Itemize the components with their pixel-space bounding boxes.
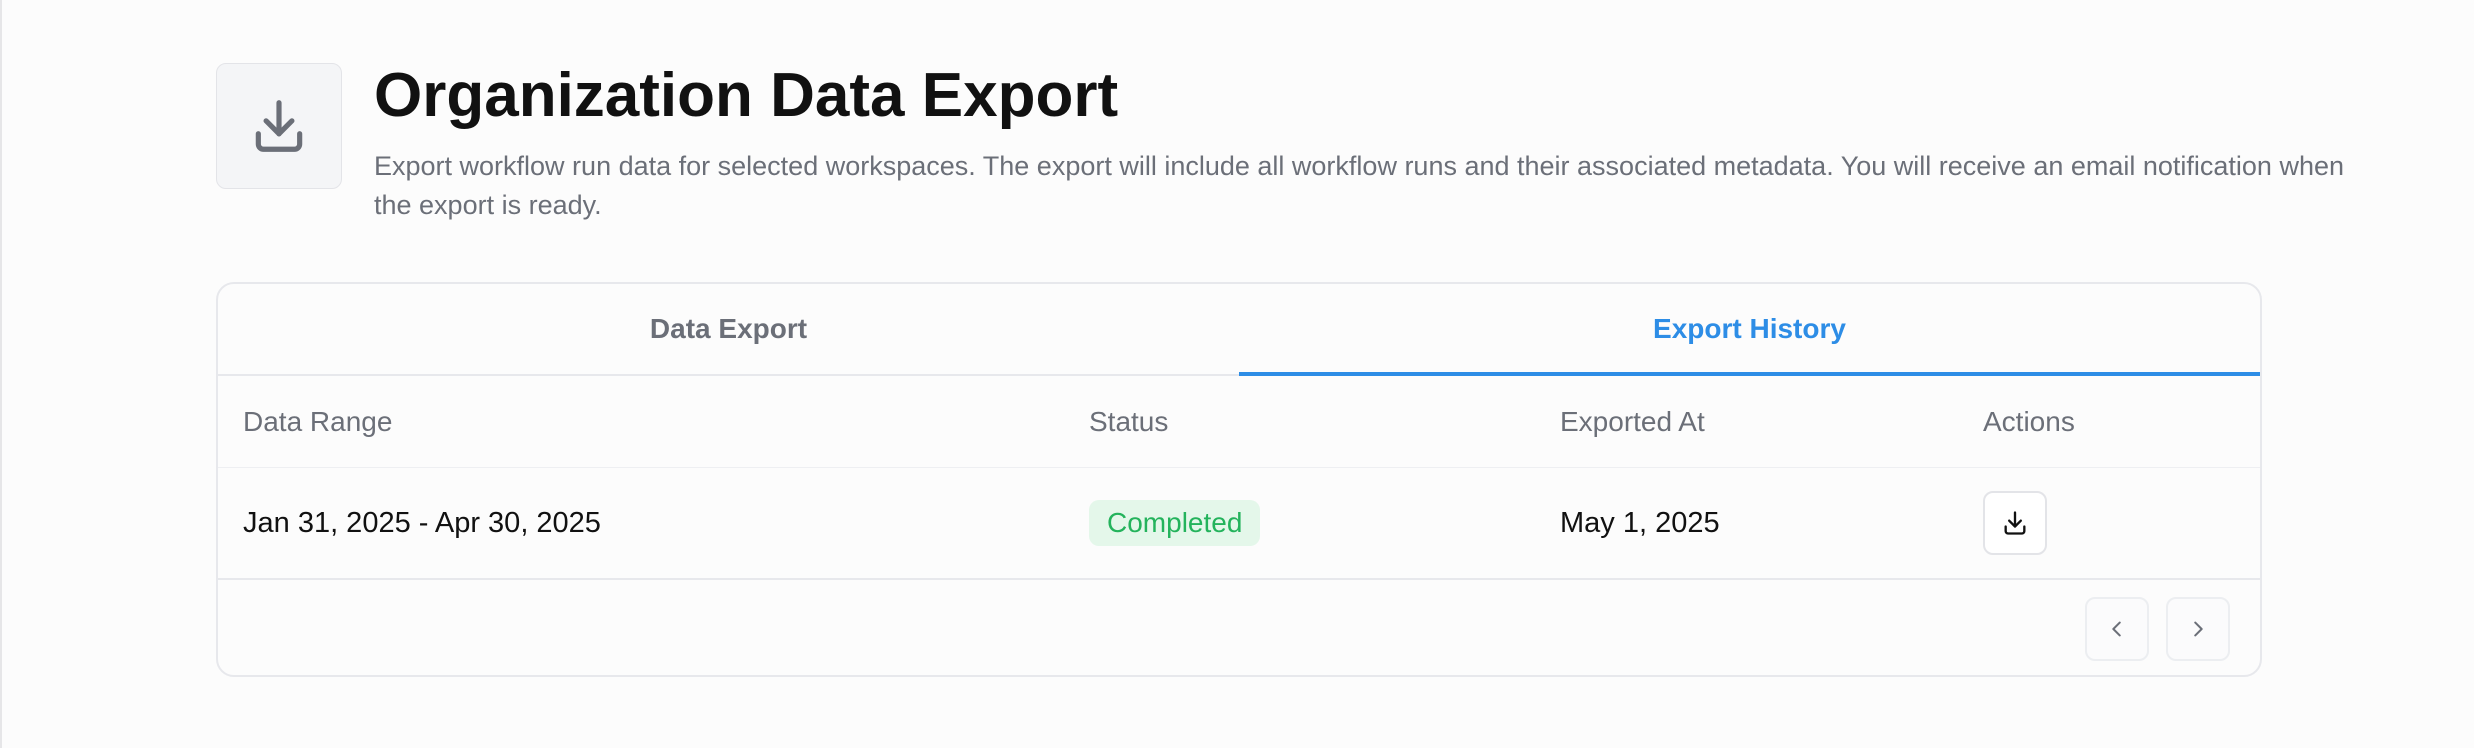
export-card: Data Export Export History Data Range St… <box>216 282 2262 677</box>
cell-exported-at: May 1, 2025 <box>1560 506 1720 539</box>
tab-data-export[interactable]: Data Export <box>218 284 1239 374</box>
previous-page-button[interactable] <box>2085 597 2149 661</box>
column-header-data-range: Data Range <box>243 405 393 437</box>
next-page-button[interactable] <box>2166 597 2230 661</box>
download-icon <box>2004 511 2026 535</box>
status-badge: Completed <box>1089 500 1261 546</box>
page-header: Organization Data Export Export workflow… <box>216 63 2364 225</box>
download-icon <box>255 100 303 152</box>
pagination <box>2085 597 2230 661</box>
table-row: Jan 31, 2025 - Apr 30, 2025 Completed Ma… <box>218 468 2260 580</box>
column-header-actions: Actions <box>1983 405 2075 437</box>
download-export-button[interactable] <box>1983 491 2047 555</box>
chevron-right-icon <box>2194 621 2203 637</box>
page-description: Export workflow run data for selected wo… <box>374 151 2344 220</box>
header-icon-box <box>216 63 342 189</box>
column-header-status: Status <box>1089 405 1169 437</box>
page-title: Organization Data Export <box>374 61 1119 130</box>
tab-export-history[interactable]: Export History <box>1239 284 2260 376</box>
tab-bar: Data Export Export History <box>218 284 2260 376</box>
column-header-exported-at: Exported At <box>1560 405 1705 437</box>
chevron-left-icon <box>2112 621 2121 637</box>
cell-data-range: Jan 31, 2025 - Apr 30, 2025 <box>243 506 601 539</box>
page-left-border <box>0 0 2 748</box>
header-text: Organization Data Export Export workflow… <box>374 63 2364 225</box>
table-header: Data Range Status Exported At Actions <box>218 376 2260 468</box>
